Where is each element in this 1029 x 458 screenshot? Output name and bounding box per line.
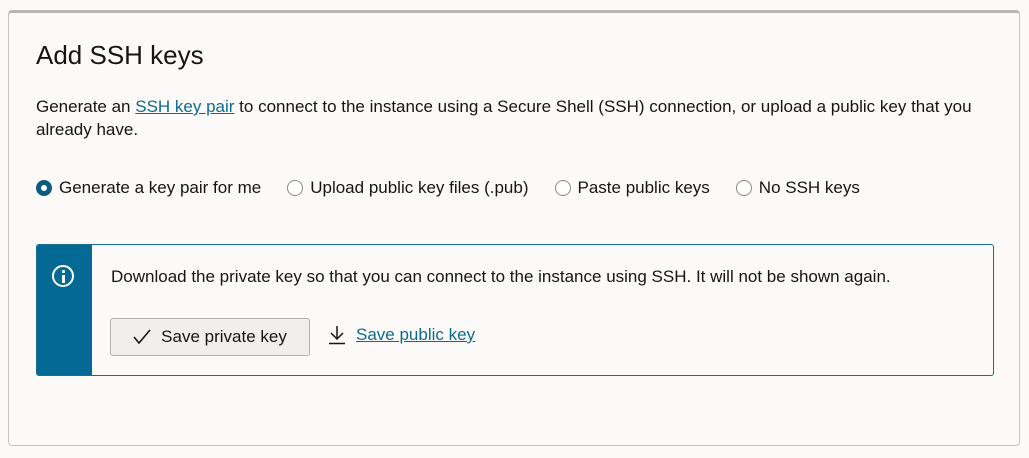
radio-label: Upload public key files (.pub) [310,178,529,197]
info-icon [52,265,74,287]
save-private-key-button[interactable]: Save private key [110,318,310,356]
info-accent-bar [37,245,92,375]
add-ssh-keys-panel: Add SSH keys Generate an SSH key pair to… [8,10,1020,446]
radio-generate-key-pair[interactable]: Generate a key pair for me [36,178,261,198]
radio-selected-icon[interactable] [36,180,52,196]
ssh-key-option-group: Generate a key pair for me Upload public… [36,178,886,198]
ssh-key-pair-link[interactable]: SSH key pair [135,97,234,116]
radio-label: Paste public keys [577,178,710,197]
radio-label: Generate a key pair for me [59,178,262,197]
radio-unselected-icon[interactable] [554,180,571,196]
info-message: Download the private key so that you can… [111,267,891,286]
radio-paste-public-keys[interactable]: Paste public keys [554,178,710,198]
save-public-key-link[interactable]: Save public key [328,325,475,345]
description-prefix: Generate an [36,97,136,116]
radio-no-ssh-keys[interactable]: No SSH keys [735,178,860,198]
radio-unselected-icon[interactable] [287,180,304,196]
radio-upload-public-key-files[interactable]: Upload public key files (.pub) [287,178,529,198]
radio-unselected-icon[interactable] [735,180,752,196]
radio-label: No SSH keys [758,178,860,197]
save-private-key-label: Save private key [161,327,287,346]
download-icon [329,326,345,345]
section-title: Add SSH keys [36,40,204,70]
section-description: Generate an SSH key pair to connect to t… [36,95,1006,141]
save-public-key-label[interactable]: Save public key [356,325,475,345]
checkmark-icon [133,329,151,345]
info-message-box: Download the private key so that you can… [36,244,994,376]
